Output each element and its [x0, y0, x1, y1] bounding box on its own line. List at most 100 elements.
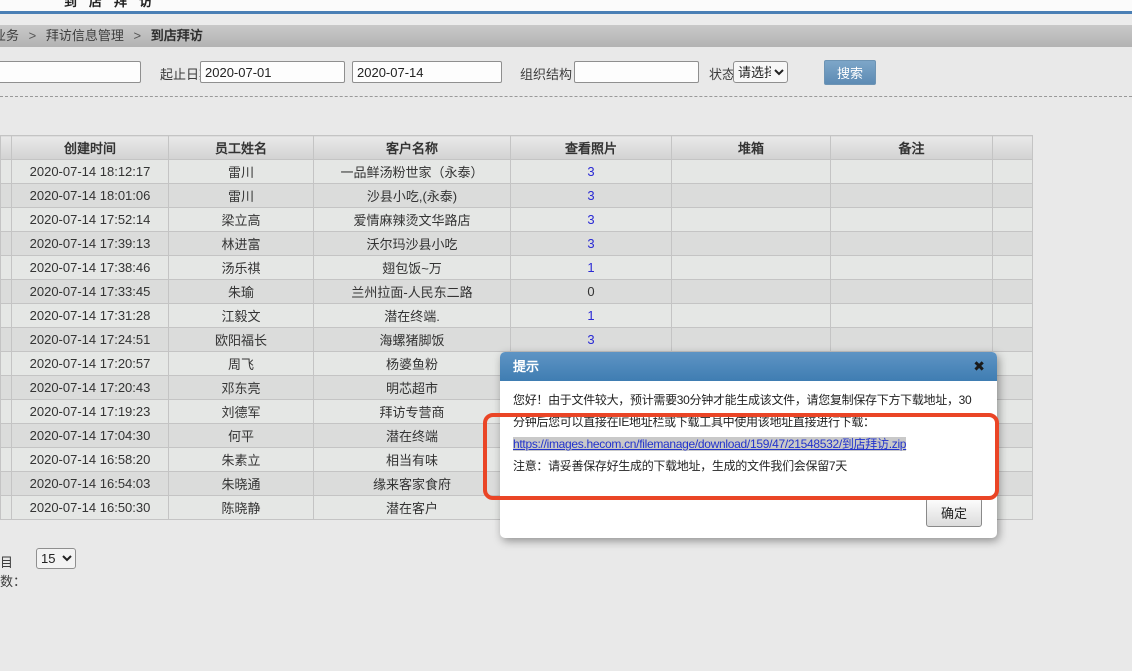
column-header: 创建时间	[12, 136, 169, 160]
employee-name-cell: 梁立高	[169, 208, 314, 232]
row-pad-cell	[1, 352, 12, 376]
row-pad-cell	[993, 472, 1033, 496]
created-time-cell: 2020-07-14 17:38:46	[12, 256, 169, 280]
stack-cell	[672, 256, 831, 280]
status-label: 状态	[709, 64, 735, 83]
dashed-divider	[0, 96, 1132, 97]
download-link[interactable]: https://images.hecom.cn/filemanage/downl…	[513, 437, 906, 451]
row-pad-cell	[1, 256, 12, 280]
date-to-input[interactable]	[352, 61, 502, 83]
breadcrumb-separator: >	[134, 28, 142, 43]
table-row: 2020-07-14 17:38:46 汤乐祺 翅包饭~万 1	[1, 256, 1033, 280]
employee-name-cell: 雷川	[169, 184, 314, 208]
customer-name-cell: 杨婆鱼粉	[314, 352, 511, 376]
created-time-cell: 2020-07-14 17:33:45	[12, 280, 169, 304]
ok-button[interactable]: 确定	[926, 498, 982, 527]
stack-cell	[672, 328, 831, 352]
status-select[interactable]: 请选择	[733, 61, 788, 83]
photo-count-link[interactable]: 3	[587, 164, 594, 179]
dialog-note: 注意：请妥善保存好生成的下载地址，生成的文件我们会保留7天	[513, 455, 984, 477]
created-time-cell: 2020-07-14 17:20:43	[12, 376, 169, 400]
row-pad-cell	[993, 328, 1033, 352]
dialog-message-line: 分钟后您可以直接在IE地址栏或下载工具中使用该地址直接进行下载：	[513, 411, 984, 433]
column-header-empty	[993, 136, 1033, 160]
created-time-cell: 2020-07-14 17:52:14	[12, 208, 169, 232]
row-pad-cell	[993, 352, 1033, 376]
table-row: 2020-07-14 17:24:51 欧阳福长 海螺猪脚饭 3	[1, 328, 1033, 352]
view-photos-cell: 3	[511, 184, 672, 208]
close-icon[interactable]: ✖	[973, 352, 985, 381]
breadcrumb: 业务 > 拜访信息管理 > 到店拜访	[0, 25, 1132, 47]
column-header: 客户名称	[314, 136, 511, 160]
table-row: 2020-07-14 17:33:45 朱瑜 兰州拉面-人民东二路 0	[1, 280, 1033, 304]
breadcrumb-item-business[interactable]: 业务	[0, 28, 19, 43]
row-pad-cell	[1, 496, 12, 520]
employee-name-cell: 朱晓通	[169, 472, 314, 496]
column-header: 查看照片	[511, 136, 672, 160]
employee-name-cell: 林进富	[169, 232, 314, 256]
date-from-input[interactable]	[200, 61, 345, 83]
remark-cell	[831, 280, 993, 304]
customer-name-cell: 沙县小吃,(永泰)	[314, 184, 511, 208]
row-pad-cell	[993, 256, 1033, 280]
photo-count-link[interactable]: 3	[587, 188, 594, 203]
employee-name-cell: 朱素立	[169, 448, 314, 472]
remark-cell	[831, 232, 993, 256]
remark-cell	[831, 328, 993, 352]
page-size-label: 目数：	[0, 552, 26, 590]
row-pad-cell	[1, 376, 12, 400]
table-row: 2020-07-14 18:12:17 雷川 一品鲜汤粉世家（永泰） 3	[1, 160, 1033, 184]
employee-name-cell: 何平	[169, 424, 314, 448]
table-row: 2020-07-14 18:01:06 雷川 沙县小吃,(永泰) 3	[1, 184, 1033, 208]
created-time-cell: 2020-07-14 17:24:51	[12, 328, 169, 352]
org-structure-label: 组织结构	[520, 64, 572, 83]
customer-name-cell: 沃尔玛沙县小吃	[314, 232, 511, 256]
column-header-empty	[1, 136, 12, 160]
photo-count-link[interactable]: 1	[587, 260, 594, 275]
row-pad-cell	[993, 496, 1033, 520]
row-pad-cell	[1, 328, 12, 352]
row-pad-cell	[1, 280, 12, 304]
row-pad-cell	[993, 304, 1033, 328]
column-header: 堆箱	[672, 136, 831, 160]
row-pad-cell	[993, 232, 1033, 256]
customer-name-cell: 拜访专营商	[314, 400, 511, 424]
row-pad-cell	[993, 208, 1033, 232]
customer-name-cell: 潜在终端.	[314, 304, 511, 328]
photo-count-link[interactable]: 3	[587, 236, 594, 251]
partial-tab-label[interactable]: 到店拜访	[64, 0, 164, 10]
row-pad-cell	[993, 160, 1033, 184]
customer-name-cell: 爱情麻辣烫文华路店	[314, 208, 511, 232]
remark-cell	[831, 256, 993, 280]
created-time-cell: 2020-07-14 17:19:23	[12, 400, 169, 424]
keyword-input[interactable]	[0, 61, 141, 83]
employee-name-cell: 陈晓静	[169, 496, 314, 520]
stack-cell	[672, 280, 831, 304]
view-photos-cell: 3	[511, 160, 672, 184]
search-button[interactable]: 搜索	[824, 60, 876, 85]
employee-name-cell: 江毅文	[169, 304, 314, 328]
org-structure-input[interactable]	[574, 61, 699, 83]
photo-count: 0	[587, 284, 594, 299]
customer-name-cell: 相当有味	[314, 448, 511, 472]
page-size-select[interactable]: 15	[36, 548, 76, 569]
customer-name-cell: 潜在客户	[314, 496, 511, 520]
remark-cell	[831, 208, 993, 232]
stack-cell	[672, 232, 831, 256]
photo-count-link[interactable]: 3	[587, 332, 594, 347]
created-time-cell: 2020-07-14 17:31:28	[12, 304, 169, 328]
remark-cell	[831, 184, 993, 208]
stack-cell	[672, 304, 831, 328]
photo-count-link[interactable]: 3	[587, 212, 594, 227]
row-pad-cell	[993, 424, 1033, 448]
created-time-cell: 2020-07-14 18:01:06	[12, 184, 169, 208]
row-pad-cell	[1, 160, 12, 184]
breadcrumb-item-visit-info[interactable]: 拜访信息管理	[46, 28, 124, 43]
dialog-body: 您好！由于文件较大，预计需要30分钟才能生成该文件，请您复制保存下方下载地址，3…	[500, 381, 997, 477]
top-tab-strip: 到店拜访	[0, 0, 1132, 11]
created-time-cell: 2020-07-14 17:20:57	[12, 352, 169, 376]
customer-name-cell: 缘来客家食府	[314, 472, 511, 496]
customer-name-cell: 海螺猪脚饭	[314, 328, 511, 352]
row-pad-cell	[993, 280, 1033, 304]
photo-count-link[interactable]: 1	[587, 308, 594, 323]
